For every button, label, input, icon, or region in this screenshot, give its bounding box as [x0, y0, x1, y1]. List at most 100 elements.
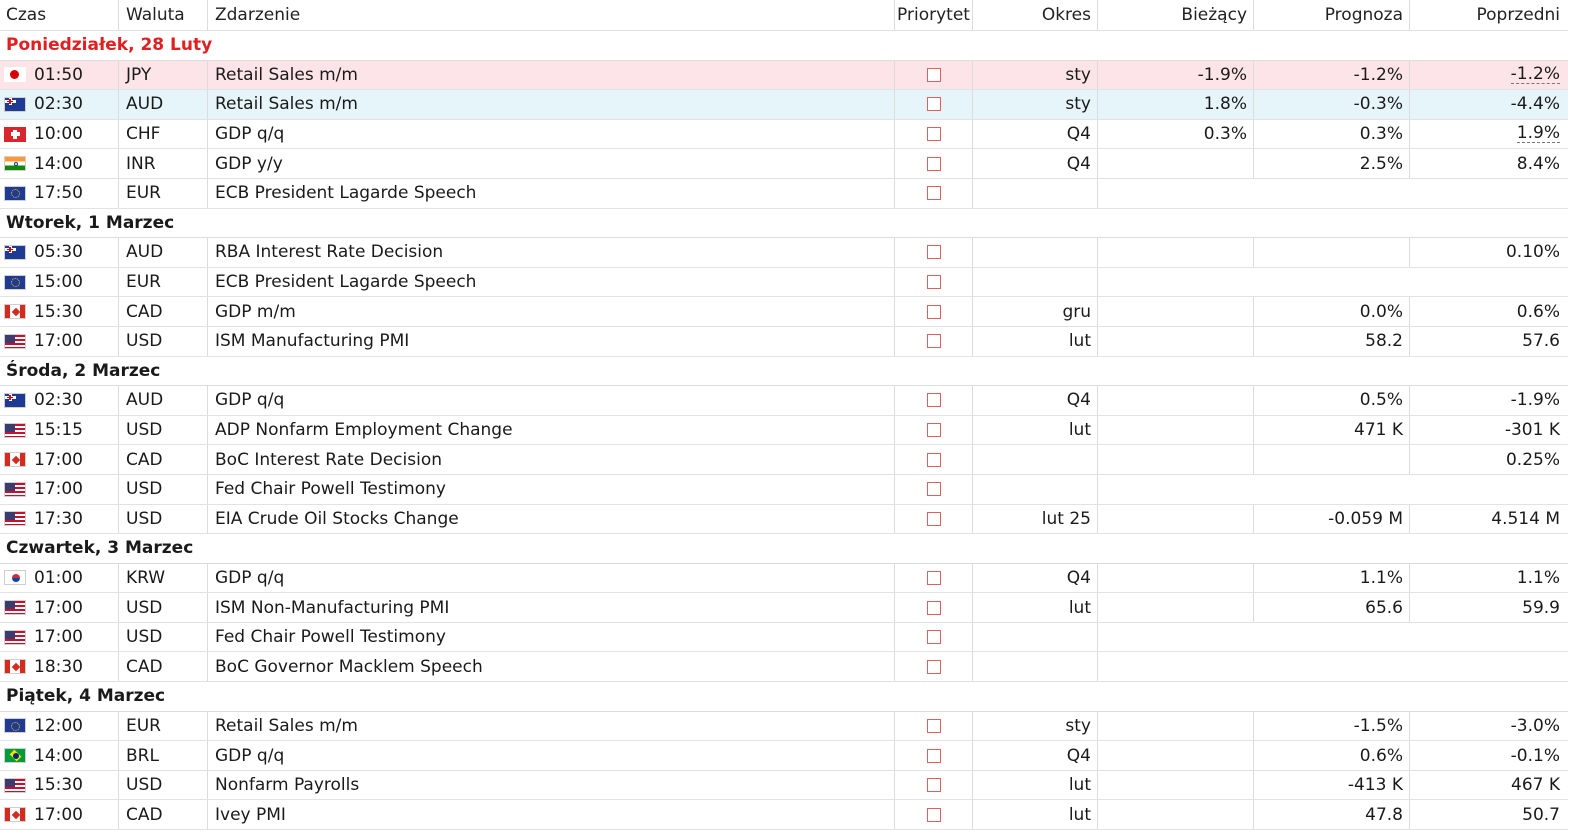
priority-checkbox[interactable] — [926, 452, 941, 467]
time-text: 17:50 — [34, 183, 83, 204]
forecast-cell: 2.5% — [1253, 149, 1409, 178]
event-cell[interactable]: Fed Chair Powell Testimony — [207, 622, 894, 652]
priority-checkbox[interactable] — [926, 186, 941, 201]
flag-usa-icon — [4, 333, 26, 349]
event-cell[interactable]: Nonfarm Payrolls — [207, 770, 894, 800]
priority-checkbox[interactable] — [926, 748, 941, 763]
table-row[interactable]: 14:00 BRL GDP q/q Q4 0.6% -0.1% — [0, 741, 1568, 771]
time-cell: 15:30 — [0, 297, 118, 326]
table-row[interactable]: 17:30 USD EIA Crude Oil Stocks Change lut 2… — [0, 504, 1568, 535]
priority-checkbox[interactable] — [926, 570, 941, 585]
table-row[interactable]: 01:50 JPY Retail Sales m/m sty -1.9% -1.2% -1.… — [0, 60, 1568, 91]
event-cell[interactable]: RBA Interest Rate Decision — [207, 238, 894, 267]
event-cell[interactable]: Ivey PMI — [207, 800, 894, 830]
time-text: 15:30 — [34, 775, 83, 796]
table-row[interactable]: 01:00 KRW GDP q/q Q4 1.1% 1.1% — [0, 563, 1568, 594]
priority-checkbox[interactable] — [926, 127, 941, 142]
table-row[interactable]: 02:30 AUD GDP q/q Q4 0.5% -1.9% — [0, 386, 1568, 416]
time-cell: 17:00 — [0, 327, 118, 356]
col-header-forecast[interactable]: Prognoza — [1253, 0, 1409, 30]
event-cell[interactable]: GDP q/q — [207, 563, 894, 593]
event-cell[interactable]: EIA Crude Oil Stocks Change — [207, 504, 894, 534]
priority-checkbox[interactable] — [926, 807, 941, 822]
time-cell: 14:00 — [0, 149, 118, 178]
priority-checkbox[interactable] — [926, 630, 941, 645]
table-row[interactable]: 17:00 USD ISM Non-Manufacturing PMI lut 65.6… — [0, 593, 1568, 623]
table-row[interactable]: 12:00 EUR Retail Sales m/m sty -1.5% -3.0% — [0, 711, 1568, 742]
priority-checkbox[interactable] — [926, 511, 941, 526]
event-cell[interactable]: GDP y/y — [207, 149, 894, 178]
day-label: Poniedziałek, 28 Luty — [6, 35, 213, 56]
event-cell[interactable]: BoC Governor Macklem Speech — [207, 652, 894, 682]
col-header-currency[interactable]: Waluta — [118, 0, 207, 30]
event-cell[interactable]: GDP q/q — [207, 386, 894, 415]
col-header-priority[interactable]: Priorytet — [894, 0, 972, 30]
previous-value: 50.7 — [1522, 804, 1560, 825]
col-header-actual[interactable]: Bieżący — [1097, 0, 1253, 30]
event-cell[interactable]: GDP q/q — [207, 741, 894, 770]
priority-checkbox[interactable] — [926, 304, 941, 319]
currency-cell: AUD — [118, 90, 207, 119]
priority-checkbox[interactable] — [926, 393, 941, 408]
priority-checkbox[interactable] — [926, 778, 941, 793]
table-row[interactable]: 15:30 USD Nonfarm Payrolls lut -413 K 467 K — [0, 770, 1568, 801]
col-header-period[interactable]: Okres — [972, 0, 1097, 30]
previous-value: -1.2% — [1510, 63, 1560, 84]
table-row[interactable]: 17:50 EUR ECB President Lagarde Speech — [0, 178, 1568, 209]
event-cell[interactable]: ECB President Lagarde Speech — [207, 267, 894, 297]
previous-cell: 0.25% — [1409, 445, 1568, 474]
event-cell[interactable]: BoC Interest Rate Decision — [207, 445, 894, 474]
currency-cell: USD — [118, 504, 207, 534]
table-row[interactable]: 18:30 CAD BoC Governor Macklem Speech — [0, 652, 1568, 683]
table-row[interactable]: 15:15 USD ADP Nonfarm Employment Change lut… — [0, 415, 1568, 446]
event-cell[interactable]: Retail Sales m/m — [207, 711, 894, 741]
priority-checkbox[interactable] — [926, 334, 941, 349]
table-row[interactable]: 05:30 AUD RBA Interest Rate Decision 0.10% — [0, 238, 1568, 268]
event-cell[interactable]: ECB President Lagarde Speech — [207, 178, 894, 208]
col-header-time[interactable]: Czas — [0, 0, 118, 30]
event-cell[interactable]: GDP m/m — [207, 297, 894, 326]
table-row[interactable]: 17:00 CAD BoC Interest Rate Decision 0.25% — [0, 445, 1568, 475]
priority-checkbox[interactable] — [926, 245, 941, 260]
event-cell[interactable]: Retail Sales m/m — [207, 60, 894, 90]
priority-checkbox[interactable] — [926, 97, 941, 112]
col-header-previous[interactable]: Poprzedni — [1409, 0, 1568, 30]
table-body: Poniedziałek, 28 Luty 01:50 JPY Retail Sale… — [0, 31, 1568, 831]
table-row[interactable]: 15:30 CAD GDP m/m gru 0.0% 0.6% — [0, 297, 1568, 327]
col-header-event[interactable]: Zdarzenie — [207, 0, 894, 30]
event-cell[interactable]: Retail Sales m/m — [207, 90, 894, 119]
priority-checkbox[interactable] — [926, 67, 941, 82]
table-row[interactable]: 17:00 USD Fed Chair Powell Testimony — [0, 474, 1568, 505]
previous-value: 0.25% — [1505, 449, 1560, 470]
priority-checkbox[interactable] — [926, 423, 941, 438]
event-cell[interactable]: ISM Non-Manufacturing PMI — [207, 593, 894, 622]
table-row[interactable]: 10:00 CHF GDP q/q Q4 0.3% 0.3% 1.9% — [0, 119, 1568, 150]
priority-cell — [894, 149, 972, 178]
priority-checkbox[interactable] — [926, 659, 941, 674]
period-cell: lut — [972, 593, 1097, 622]
actual-cell — [1097, 297, 1253, 326]
period-cell: lut — [972, 770, 1097, 800]
table-row[interactable]: 17:00 CAD Ivey PMI lut 47.8 50.7 — [0, 800, 1568, 831]
priority-checkbox[interactable] — [926, 718, 941, 733]
table-row[interactable]: 14:00 INR GDP y/y Q4 2.5% 8.4% — [0, 149, 1568, 179]
table-row[interactable]: 02:30 AUD Retail Sales m/m sty 1.8% -0.3% -4.4… — [0, 90, 1568, 120]
actual-cell — [1097, 741, 1253, 770]
table-row[interactable]: 17:00 USD ISM Manufacturing PMI lut 58.2 57.6 — [0, 326, 1568, 357]
event-cell[interactable]: GDP q/q — [207, 119, 894, 149]
event-cell[interactable]: Fed Chair Powell Testimony — [207, 474, 894, 504]
priority-checkbox[interactable] — [926, 156, 941, 171]
event-cell[interactable]: ADP Nonfarm Employment Change — [207, 415, 894, 445]
event-cell[interactable]: ISM Manufacturing PMI — [207, 326, 894, 356]
time-cell: 17:00 — [0, 475, 118, 504]
table-row[interactable]: 17:00 USD Fed Chair Powell Testimony — [0, 622, 1568, 653]
priority-checkbox[interactable] — [926, 275, 941, 290]
previous-value: 4.514 M — [1491, 508, 1560, 529]
priority-checkbox[interactable] — [926, 482, 941, 497]
currency-cell: CAD — [118, 445, 207, 474]
table-row[interactable]: 15:00 EUR ECB President Lagarde Speech — [0, 267, 1568, 298]
priority-checkbox[interactable] — [926, 600, 941, 615]
previous-cell: 1.1% — [1409, 563, 1568, 593]
currency-cell: USD — [118, 326, 207, 356]
currency-cell: EUR — [118, 711, 207, 741]
